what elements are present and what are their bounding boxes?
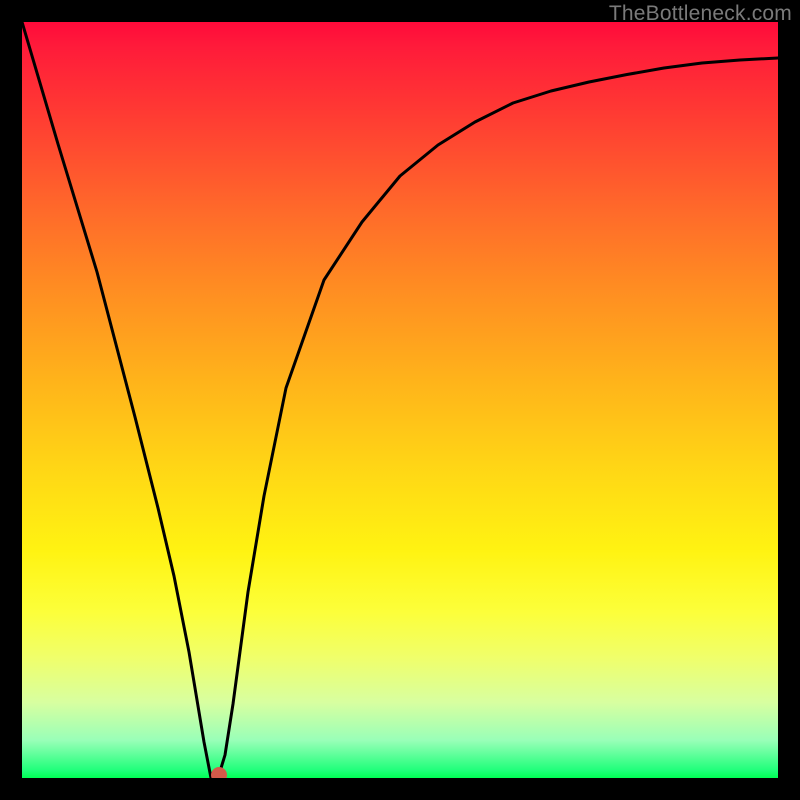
plot-area <box>22 22 778 778</box>
chart-frame: TheBottleneck.com <box>0 0 800 800</box>
bottleneck-curve <box>22 22 778 778</box>
optimal-point-marker <box>211 767 227 778</box>
watermark-text: TheBottleneck.com <box>609 2 792 26</box>
curve-layer <box>22 22 778 778</box>
